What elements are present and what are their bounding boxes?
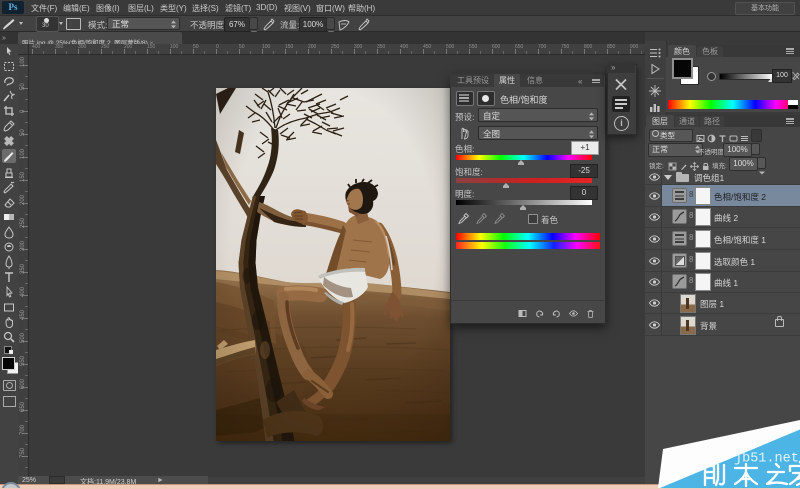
svg-text:jb51.net: jb51.net [734,452,799,467]
